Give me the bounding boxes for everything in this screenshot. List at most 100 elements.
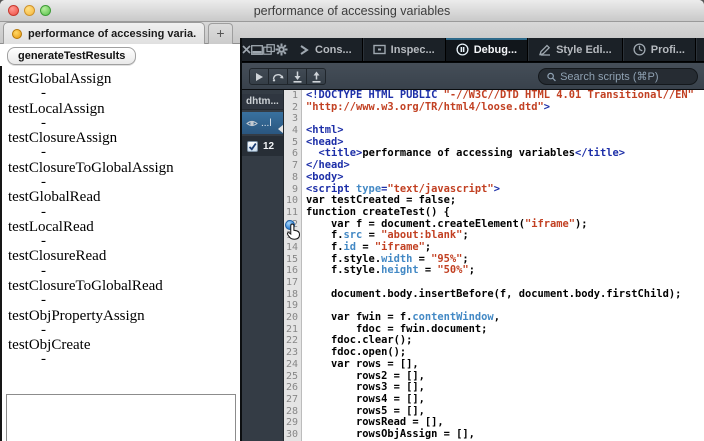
sources-pane: dhtm... ...l 12	[242, 90, 284, 441]
test-result-placeholder: -	[8, 324, 233, 338]
test-result-placeholder: -	[8, 265, 233, 279]
line-number[interactable]: 19	[284, 300, 301, 312]
devtools-tab-network[interactable]: Netw...	[696, 38, 704, 61]
code-line: </head>	[302, 160, 704, 172]
line-number[interactable]: 22	[284, 335, 301, 347]
debugger-body: dhtm... ...l 12 123456789101112131415161…	[242, 90, 704, 441]
debugger-icon	[456, 43, 469, 56]
code-line: document.body.insertBefore(f, document.b…	[302, 289, 704, 301]
test-result-placeholder: -	[8, 294, 233, 308]
devtools-tab-label: Inspec...	[391, 44, 435, 56]
code-line: "http://www.w3.org/TR/html4/loose.dtd">	[302, 102, 704, 114]
line-number[interactable]: 4	[284, 125, 301, 137]
line-number-gutter[interactable]: 1234567891011121314151617181920212223242…	[284, 90, 302, 441]
test-result-placeholder: -	[8, 117, 233, 131]
inspector-icon	[373, 44, 386, 55]
tab-title: performance of accessing varia...	[28, 28, 196, 40]
test-result-placeholder: -	[8, 146, 233, 160]
devtools-tab-style-editor[interactable]: Style Edi...	[528, 38, 623, 61]
generate-test-results-button[interactable]: generateTestResults	[7, 47, 136, 65]
code-line: <title>performance of accessing variable…	[302, 148, 704, 160]
line-number[interactable]: 16	[284, 265, 301, 277]
dock-to-bottom-icon[interactable]	[251, 38, 263, 61]
line-number[interactable]: 5	[284, 137, 301, 149]
test-result-placeholder: -	[8, 176, 233, 190]
devtools-panel: Cons... Inspec... Debug... Style Edi... Prof…	[240, 38, 704, 441]
line-number[interactable]: 27	[284, 394, 301, 406]
devtools-tab-profiler[interactable]: Profi...	[623, 38, 696, 61]
line-number[interactable]: 26	[284, 382, 301, 394]
line-number[interactable]: 15	[284, 254, 301, 266]
selected-source-label: ...l	[261, 118, 272, 129]
code-line: <html>	[302, 125, 704, 137]
source-editor: 1234567891011121314151617181920212223242…	[284, 90, 704, 441]
test-result-placeholder: -	[8, 235, 233, 249]
line-number[interactable]: 29	[284, 417, 301, 429]
selected-source-item[interactable]: ...l	[242, 112, 283, 134]
devtools-tab-label: Profi...	[651, 44, 685, 56]
code-view[interactable]: <!DOCTYPE HTML PUBLIC "-//W3C//DTD HTML …	[302, 90, 704, 441]
profiler-icon	[633, 43, 646, 56]
line-number[interactable]: 18	[284, 289, 301, 301]
line-number[interactable]: 1	[284, 90, 301, 102]
debugger-toolbar	[242, 62, 704, 90]
devtools-tab-inspector[interactable]: Inspec...	[363, 38, 446, 61]
breakpoint-line-number: 12	[263, 141, 274, 152]
table-left-border	[0, 66, 2, 441]
line-number[interactable]: 2	[284, 102, 301, 114]
step-out-button[interactable]	[306, 68, 326, 85]
step-over-button[interactable]	[268, 68, 288, 85]
line-number[interactable]: 28	[284, 406, 301, 418]
results-iframe	[6, 394, 236, 441]
devtools-settings-gear-icon[interactable]	[275, 38, 288, 61]
test-result-placeholder: -	[8, 206, 233, 220]
line-number[interactable]: 9	[284, 184, 301, 196]
devtools-tab-label: Debug...	[474, 44, 517, 56]
line-number[interactable]: 7	[284, 160, 301, 172]
breakpoint-list-item[interactable]: 12	[242, 136, 283, 156]
code-line: f.style.height = "50%";	[302, 265, 704, 277]
devtools-tab-label: Cons...	[315, 44, 352, 56]
line-number[interactable]: 23	[284, 347, 301, 359]
devtools-close-icon[interactable]	[242, 38, 251, 61]
browser-tab[interactable]: performance of accessing varia...	[3, 22, 205, 44]
breakpoint-enabled-checkbox[interactable]	[247, 141, 258, 152]
favicon-icon	[12, 29, 22, 39]
line-number[interactable]: 6	[284, 148, 301, 160]
new-tab-button[interactable]: +	[208, 23, 233, 44]
line-number[interactable]: 3	[284, 113, 301, 125]
line-number[interactable]: 14	[284, 242, 301, 254]
page-content: generateTestResults testGlobalAssign-tes…	[0, 44, 240, 441]
browser-window: performance of accessing variables perfo…	[0, 0, 704, 441]
search-icon	[547, 72, 556, 82]
devtools-tab-console[interactable]: Cons...	[288, 38, 363, 61]
undock-window-icon[interactable]	[263, 38, 275, 61]
script-search-box[interactable]	[538, 68, 698, 85]
window-title: performance of accessing variables	[0, 4, 704, 18]
test-result-placeholder: -	[8, 353, 233, 367]
devtools-tabbar: Cons... Inspec... Debug... Style Edi... Prof…	[242, 38, 704, 62]
line-number[interactable]: 25	[284, 371, 301, 383]
source-group-label[interactable]: dhtm...	[242, 94, 283, 110]
resume-button[interactable]	[249, 68, 269, 85]
line-number[interactable]: 17	[284, 277, 301, 289]
step-into-button[interactable]	[287, 68, 307, 85]
search-scripts-input[interactable]	[560, 71, 689, 83]
titlebar: performance of accessing variables	[0, 0, 704, 22]
line-number[interactable]: 20	[284, 312, 301, 324]
line-number[interactable]: 10	[284, 195, 301, 207]
line-number[interactable]: 21	[284, 324, 301, 336]
hand-cursor-icon	[286, 223, 301, 240]
console-icon	[298, 44, 310, 56]
line-number[interactable]: 24	[284, 359, 301, 371]
line-number[interactable]: 11	[284, 207, 301, 219]
devtools-tab-label: Style Edi...	[556, 44, 612, 56]
line-number[interactable]: 8	[284, 172, 301, 184]
devtools-tab-debugger[interactable]: Debug...	[446, 38, 528, 61]
style-editor-icon	[538, 44, 551, 56]
blackbox-eye-icon[interactable]	[246, 119, 258, 128]
test-result-placeholder: -	[8, 87, 233, 101]
code-line	[302, 113, 704, 125]
test-list: testGlobalAssign-testLocalAssign-testClo…	[8, 72, 233, 368]
line-number[interactable]: 30	[284, 429, 301, 441]
